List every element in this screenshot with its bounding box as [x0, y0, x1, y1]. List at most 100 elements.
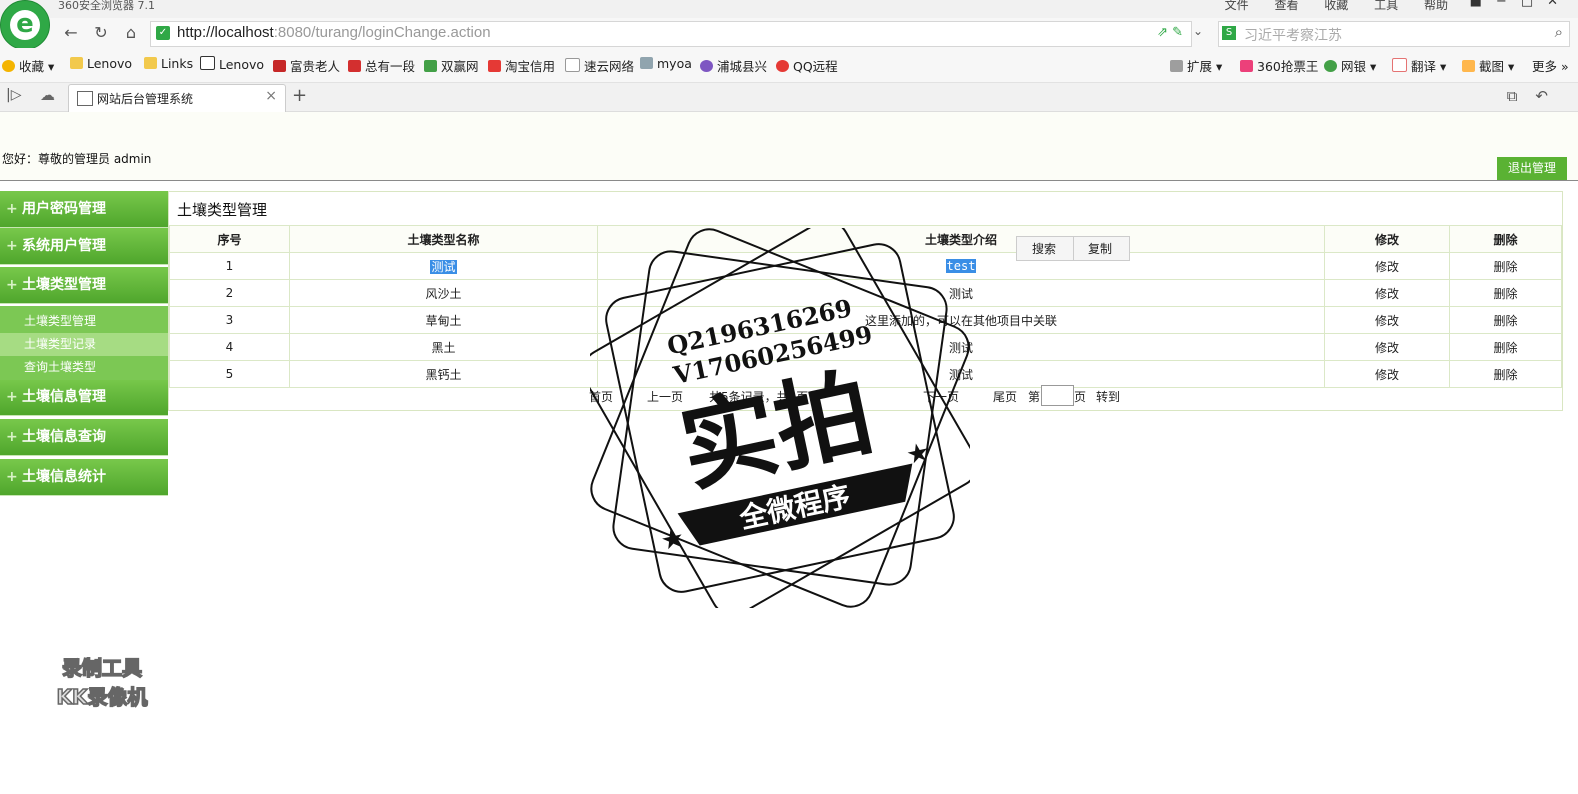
browser-menu: 文件 查看 收藏 工具 帮助	[1203, 0, 1448, 13]
star-icon: ★	[658, 523, 687, 557]
sidebar-item-soil-query[interactable]: + 土壤信息查询	[0, 419, 168, 456]
pager-goto[interactable]: 转到	[1096, 388, 1120, 405]
fav-pucheng[interactable]: 浦城县兴	[700, 56, 767, 75]
fav-fugui[interactable]: 富贵老人	[273, 56, 340, 75]
close-icon[interactable]: ×	[265, 88, 277, 104]
ctx-copy-button[interactable]: 复制	[1088, 240, 1112, 257]
sidebar-item-soil-info[interactable]: + 土壤信息管理	[0, 379, 168, 416]
delete-link[interactable]: 删除	[1449, 360, 1562, 388]
refresh-icon[interactable]: ↻	[90, 22, 112, 44]
plus-icon: +	[6, 201, 18, 217]
sidebar-item-soil-stats[interactable]: + 土壤信息统计	[0, 459, 168, 496]
fav-folder-links[interactable]: Links	[144, 56, 193, 71]
pager-last[interactable]: 尾页	[993, 388, 1017, 405]
fav-taobao[interactable]: 淘宝信用	[488, 56, 555, 75]
tab-bar: |▷ ☁ 网站后台管理系统 × + ⧉↶	[0, 83, 1578, 112]
url-host: http://localhost	[177, 24, 274, 41]
fav-extensions[interactable]: 扩展 ▾	[1170, 56, 1222, 75]
search-suggestion: 习近平考察江苏	[1244, 28, 1342, 44]
browser-logo[interactable]: e	[0, 0, 50, 50]
window-controls[interactable]: ■−□✕	[1470, 0, 1572, 9]
url-path: :8080/turang/loginChange.action	[273, 24, 491, 41]
menu-file[interactable]: 文件	[1225, 0, 1249, 12]
sidebar-item-system-users[interactable]: + 系统用户管理	[0, 228, 168, 265]
cell-name: 黑钙土	[289, 360, 598, 388]
fav-bank[interactable]: 网银 ▾	[1324, 56, 1376, 75]
sidebar-toggle-icon[interactable]: |▷	[6, 87, 21, 103]
delete-link[interactable]: 删除	[1449, 252, 1562, 280]
plus-icon: +	[6, 389, 18, 405]
cell-name: 测试	[289, 252, 598, 280]
cloud-icon[interactable]: ☁	[40, 86, 55, 104]
col-edit: 修改	[1324, 225, 1450, 253]
page-title: 土壤类型管理	[177, 201, 268, 219]
fav-folder-lenovo[interactable]: Lenovo	[70, 56, 132, 71]
restore-tab-icon[interactable]: ⧉↶	[1507, 87, 1566, 105]
edit-link[interactable]: 修改	[1324, 279, 1450, 307]
cell-index: 2	[169, 279, 290, 307]
fav-lenovo[interactable]: Lenovo	[200, 56, 264, 72]
edit-link[interactable]: 修改	[1324, 252, 1450, 280]
recorder-line2: KK录像机	[56, 684, 149, 710]
search-input[interactable]: S 习近平考察江苏 ⌕	[1218, 21, 1570, 47]
plus-icon: +	[6, 238, 18, 254]
menu-favorites[interactable]: 收藏	[1324, 0, 1348, 12]
fav-shuangying[interactable]: 双赢网	[424, 56, 479, 75]
delete-link[interactable]: 删除	[1449, 333, 1562, 361]
pager-page-suffix: 页	[1074, 390, 1087, 404]
sidebar-item-user-password[interactable]: + 用户密码管理	[0, 191, 168, 228]
fav-myoa[interactable]: myoa	[640, 56, 692, 71]
fav-zongyou[interactable]: 总有一段	[348, 56, 415, 75]
menu-tools[interactable]: 工具	[1374, 0, 1398, 12]
fav-translate[interactable]: 翻译 ▾	[1392, 56, 1446, 75]
sidebar-item-soil-type[interactable]: + 土壤类型管理	[0, 267, 168, 304]
subitem-soil-type-query[interactable]: 查询土壤类型	[0, 356, 168, 379]
cell-index: 3	[169, 306, 290, 334]
delete-link[interactable]: 删除	[1449, 279, 1562, 307]
subitem-soil-type-manage[interactable]: 土壤类型管理	[0, 310, 168, 333]
edit-link[interactable]: 修改	[1324, 333, 1450, 361]
cell-name: 草甸土	[289, 306, 598, 334]
stamp-watermark: Q2196316269 V17060256499 实拍 全微程序 ★ ★	[590, 228, 970, 608]
browser-titlebar: 360安全浏览器 7.1 文件 查看 收藏 工具 帮助 ■−□✕	[0, 0, 1578, 18]
fav-screenshot[interactable]: 截图 ▾	[1462, 56, 1514, 75]
fav-ticket[interactable]: 360抢票王	[1240, 56, 1318, 75]
url-input[interactable]: ✓ http://localhost:8080/turang/loginChan…	[150, 21, 1192, 47]
cell-index: 5	[169, 360, 290, 388]
page-header: 您好：尊敬的管理员 admin 退出管理	[0, 112, 1578, 181]
page-number-input[interactable]	[1041, 385, 1074, 406]
col-index: 序号	[169, 225, 290, 253]
delete-link[interactable]: 删除	[1449, 306, 1562, 334]
share-icon[interactable]: ⇗ ✎	[1157, 25, 1183, 40]
tab-admin-system[interactable]: 网站后台管理系统 ×	[68, 84, 286, 112]
logout-button[interactable]: 退出管理	[1497, 157, 1567, 180]
col-delete: 删除	[1449, 225, 1562, 253]
fav-collect[interactable]: 收藏 ▾	[2, 56, 54, 75]
home-icon[interactable]: ⌂	[120, 22, 142, 44]
menu-view[interactable]: 查看	[1274, 0, 1298, 12]
fav-more[interactable]: 更多 »	[1532, 56, 1569, 75]
browser-app-title: 360安全浏览器 7.1	[58, 0, 155, 12]
cell-name: 风沙土	[289, 279, 598, 307]
greeting-text: 您好：尊敬的管理员 admin	[2, 152, 152, 166]
cell-name: 黑土	[289, 333, 598, 361]
sidebar-submenu: 土壤类型管理 土壤类型记录 查询土壤类型	[0, 306, 168, 380]
page-icon	[77, 91, 93, 106]
fav-qq-remote[interactable]: QQ远程	[776, 56, 838, 75]
pager-page-prefix: 第	[1028, 390, 1041, 404]
fav-suyun[interactable]: 速云网络	[565, 56, 634, 75]
back-arrow-icon[interactable]: ←	[60, 22, 82, 44]
edit-link[interactable]: 修改	[1324, 306, 1450, 334]
recorder-watermark: 录制工具 KK录像机	[32, 652, 172, 712]
recorder-line1: 录制工具	[61, 655, 143, 681]
chevron-down-icon[interactable]: ⌄	[1193, 24, 1203, 38]
search-engine-icon[interactable]: S	[1222, 26, 1236, 40]
new-tab-icon[interactable]: +	[292, 85, 307, 106]
plus-icon: +	[6, 429, 18, 445]
menu-help[interactable]: 帮助	[1424, 0, 1448, 12]
search-icon[interactable]: ⌕	[1555, 23, 1563, 41]
ctx-search-button[interactable]: 搜索	[1032, 240, 1056, 257]
selection-context-menu: 搜索 复制	[1016, 236, 1130, 261]
edit-link[interactable]: 修改	[1324, 360, 1450, 388]
subitem-soil-type-records[interactable]: 土壤类型记录	[0, 333, 168, 356]
